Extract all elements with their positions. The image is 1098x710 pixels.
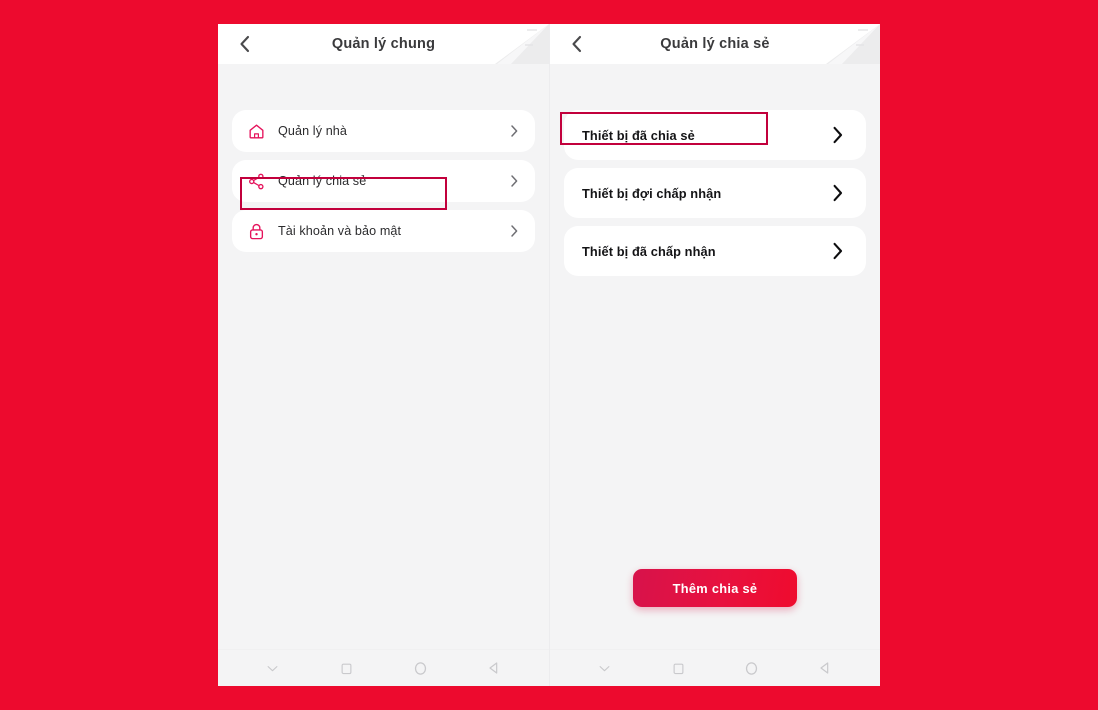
square-icon[interactable]: [665, 655, 691, 681]
circle-icon[interactable]: [739, 655, 765, 681]
right-appbar: Quản lý chia sẻ: [550, 24, 880, 64]
list-item-thiet-bi-da-chia-se[interactable]: Thiết bị đã chia sẻ: [564, 110, 866, 160]
chevron-right-icon: [510, 124, 519, 138]
home-icon: [246, 121, 266, 141]
chevron-right-icon: [832, 184, 844, 203]
list-item-label: Thiết bị đợi chấp nhận: [582, 185, 722, 201]
chevron-right-icon: [510, 224, 519, 238]
shared-device-list: Thiết bị đã chia sẻ Thiết bị đợi chấp nh…: [564, 64, 866, 276]
chevron-down-icon[interactable]: [260, 655, 286, 681]
chevron-left-icon: [238, 34, 251, 54]
left-page-title: Quản lý chung: [331, 36, 436, 52]
list-item-tai-khoan-va-bao-mat[interactable]: Tài khoản và bảo mật: [232, 210, 535, 252]
chevron-right-icon: [832, 242, 844, 261]
add-share-button-container: Thêm chia sẻ: [550, 569, 880, 607]
chevron-right-icon: [510, 174, 519, 188]
back-button-right[interactable]: [556, 24, 596, 64]
right-screen-body: Thiết bị đã chia sẻ Thiết bị đợi chấp nh…: [550, 64, 880, 649]
lock-icon: [246, 221, 266, 241]
general-management-list: Quản lý nhà Quản lý chia sẻ Tài khoản và…: [232, 64, 535, 252]
share-icon: [246, 171, 266, 191]
screen-quan-ly-chung: Quản lý chung Quản lý nhà Quản lý chia s…: [218, 24, 549, 686]
list-item-label: Thiết bị đã chấp nhận: [582, 243, 716, 259]
list-item-thiet-bi-da-chap-nhan[interactable]: Thiết bị đã chấp nhận: [564, 226, 866, 276]
back-button-left[interactable]: [224, 24, 264, 64]
android-navbar-left: [218, 649, 549, 686]
left-screen-body: Quản lý nhà Quản lý chia sẻ Tài khoản và…: [218, 64, 549, 649]
square-icon[interactable]: [334, 655, 360, 681]
android-navbar-right: [550, 649, 880, 686]
list-item-thiet-bi-doi-chap-nhan[interactable]: Thiết bị đợi chấp nhận: [564, 168, 866, 218]
list-item-label: Quản lý chia sẻ: [278, 174, 367, 188]
chevron-left-icon: [570, 34, 583, 54]
circle-icon[interactable]: [407, 655, 433, 681]
list-item-label: Tài khoản và bảo mật: [278, 224, 402, 238]
list-item-quan-ly-nha[interactable]: Quản lý nhà: [232, 110, 535, 152]
dual-screenshot-frame: Quản lý chung Quản lý nhà Quản lý chia s…: [218, 24, 880, 686]
list-item-label: Thiết bị đã chia sẻ: [582, 127, 695, 143]
right-page-title: Quản lý chia sẻ: [660, 36, 770, 52]
chevron-down-icon[interactable]: [592, 655, 618, 681]
left-appbar: Quản lý chung: [218, 24, 549, 64]
list-item-label: Quản lý nhà: [278, 124, 348, 138]
triangle-left-icon[interactable]: [812, 655, 838, 681]
list-item-quan-ly-chia-se[interactable]: Quản lý chia sẻ: [232, 160, 535, 202]
triangle-left-icon[interactable]: [481, 655, 507, 681]
add-share-button[interactable]: Thêm chia sẻ: [633, 569, 797, 607]
chevron-right-icon: [832, 126, 844, 145]
screen-quan-ly-chia-se: Quản lý chia sẻ Thiết bị đã chia sẻ Thiế…: [549, 24, 880, 686]
